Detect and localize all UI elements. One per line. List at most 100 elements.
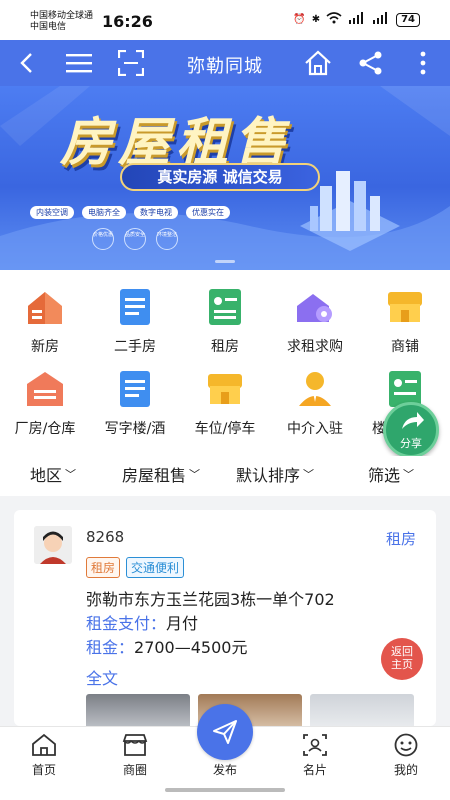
store-icon — [122, 733, 148, 757]
category-label: 求租求购 — [287, 339, 343, 355]
city-illustration — [300, 171, 400, 251]
tab-label: 我的 — [393, 763, 418, 777]
filter-label: 地区 — [30, 466, 63, 485]
fulltext-link[interactable]: 全文 — [86, 665, 118, 689]
category-label: 租房 — [211, 339, 239, 355]
smile-icon — [393, 733, 419, 757]
payment-row: 租金支付：月付 — [86, 610, 198, 634]
home-icon[interactable] — [303, 48, 333, 78]
banner-circle: 品质安全 — [124, 228, 146, 250]
filter-area[interactable]: 地区 ﹀ — [30, 462, 76, 486]
listing-type[interactable]: 租房 — [386, 528, 416, 549]
tab-label: 首页 — [31, 763, 56, 777]
send-icon — [213, 720, 237, 744]
alarm-icon: ⏰ — [293, 14, 306, 25]
payment-label: 租金支付： — [86, 614, 167, 633]
chevron-down-icon: ﹀ — [303, 468, 315, 481]
share-arrow-icon — [402, 412, 424, 429]
filter-housing-type[interactable]: 房屋租售 ﹀ — [122, 462, 200, 486]
filter-more[interactable]: 筛选 ﹀ — [368, 462, 414, 486]
tab-business[interactable]: 商圈 — [105, 733, 165, 778]
banner-circle: 价格优惠 — [92, 228, 114, 250]
listing-card[interactable]: 8268 租房 租房 交通便利 弥勒市东方玉兰花园3栋一单个702 租金支付：月… — [14, 510, 436, 726]
share-icon[interactable] — [356, 48, 386, 78]
category-office[interactable]: 写字楼/酒 — [90, 362, 180, 438]
badge-transport: 交通便利 — [126, 557, 185, 578]
chevron-down-icon: ﹀ — [65, 468, 77, 481]
bluetooth-icon: ✱ — [311, 14, 321, 25]
carousel-indicator — [215, 260, 235, 263]
category-rent[interactable]: 租房 — [180, 280, 270, 356]
document-icon — [114, 286, 156, 328]
warehouse-icon — [24, 368, 66, 410]
wifi-icon — [326, 12, 342, 27]
poster-name: 8268 — [86, 528, 125, 546]
banner-circles: 价格优惠 品质安全 环境整洁 — [92, 228, 178, 250]
badge-rent: 租房 — [86, 557, 121, 578]
promo-banner[interactable]: 房屋租售 真实房源 诚信交易 内装空调 电脑齐全 数字电视 优惠实在 价格优惠 … — [0, 86, 450, 270]
status-icons: ⏰ ✱ 74 — [293, 12, 420, 27]
tab-card[interactable]: 名片 — [285, 733, 345, 778]
carrier-1: 中国移动全球通 — [30, 11, 94, 21]
shop-icon — [204, 368, 246, 410]
carrier-info: 中国移动全球通 中国电信 — [30, 11, 93, 33]
payment-value: 月付 — [166, 614, 199, 633]
banner-tag: 优惠实在 — [186, 206, 230, 219]
rent-label: 租金： — [86, 638, 135, 657]
card-icon — [302, 733, 328, 757]
banner-tags: 内装空调 电脑齐全 数字电视 优惠实在 — [30, 206, 230, 219]
filter-sort[interactable]: 默认排序 ﹀ — [236, 462, 314, 486]
tab-label: 发布 — [212, 763, 237, 777]
id-card-icon — [204, 286, 246, 328]
home-icon — [31, 733, 57, 757]
category-second-hand[interactable]: 二手房 — [90, 280, 180, 356]
back-home-line1: 返回 — [391, 645, 413, 658]
house-icon — [24, 286, 66, 328]
tab-mine[interactable]: 我的 — [376, 733, 436, 778]
listing-badges: 租房 交通便利 — [86, 557, 185, 578]
category-agent[interactable]: 中介入驻 — [270, 362, 360, 438]
category-label: 车位/停车 — [194, 421, 256, 437]
tab-home[interactable]: 首页 — [14, 733, 74, 778]
more-icon[interactable] — [408, 48, 438, 78]
shop-icon — [384, 286, 426, 328]
category-want-to-rent[interactable]: 求租求购 — [270, 280, 360, 356]
banner-tag: 数字电视 — [134, 206, 178, 219]
listing-address: 弥勒市东方玉兰花园3栋一单个702 — [86, 590, 335, 609]
chevron-down-icon: ﹀ — [403, 468, 415, 481]
agent-icon — [294, 368, 336, 410]
status-bar: 中国移动全球通 中国电信 16:26 ⏰ ✱ 74 — [0, 0, 450, 40]
back-home-line2: 主页 — [391, 658, 413, 671]
home-indicator[interactable] — [165, 788, 285, 792]
share-fab-label: 分享 — [400, 437, 422, 450]
banner-tag: 电脑齐全 — [82, 206, 126, 219]
filter-label: 房屋租售 — [122, 466, 187, 485]
rent-row: 租金：2700—4500元 — [86, 634, 247, 658]
battery-icon: 74 — [396, 12, 420, 27]
house-key-icon — [294, 286, 336, 328]
category-label: 二手房 — [114, 339, 156, 355]
filter-bar: 地区 ﹀ 房屋租售 ﹀ 默认排序 ﹀ 筛选 ﹀ — [0, 456, 450, 492]
publish-button[interactable] — [197, 704, 253, 760]
category-label: 新房 — [31, 339, 59, 355]
share-fab[interactable]: 分享 — [383, 402, 439, 458]
filter-label: 筛选 — [368, 466, 401, 485]
category-row-1: 新房 二手房 租房 求租求购 商铺 — [0, 280, 450, 360]
tab-publish[interactable]: 发布 — [195, 757, 255, 778]
category-shop[interactable]: 商铺 — [360, 280, 450, 356]
category-parking[interactable]: 车位/停车 — [180, 362, 270, 438]
signal-icon — [348, 12, 366, 27]
category-warehouse[interactable]: 厂房/仓库 — [0, 362, 90, 438]
avatar[interactable] — [34, 526, 72, 564]
status-time: 16:26 — [102, 12, 153, 31]
listing-photo[interactable] — [86, 694, 190, 726]
category-label: 厂房/仓库 — [14, 421, 76, 437]
top-navbar: 弥勒同城 — [0, 40, 450, 86]
banner-circle: 环境整洁 — [156, 228, 178, 250]
rent-value: 2700—4500元 — [134, 638, 248, 657]
category-label: 商铺 — [391, 339, 419, 355]
back-home-button[interactable]: 返回 主页 — [381, 638, 423, 680]
listing-photo[interactable] — [310, 694, 414, 726]
category-new-house[interactable]: 新房 — [0, 280, 90, 356]
filter-label: 默认排序 — [236, 466, 301, 485]
